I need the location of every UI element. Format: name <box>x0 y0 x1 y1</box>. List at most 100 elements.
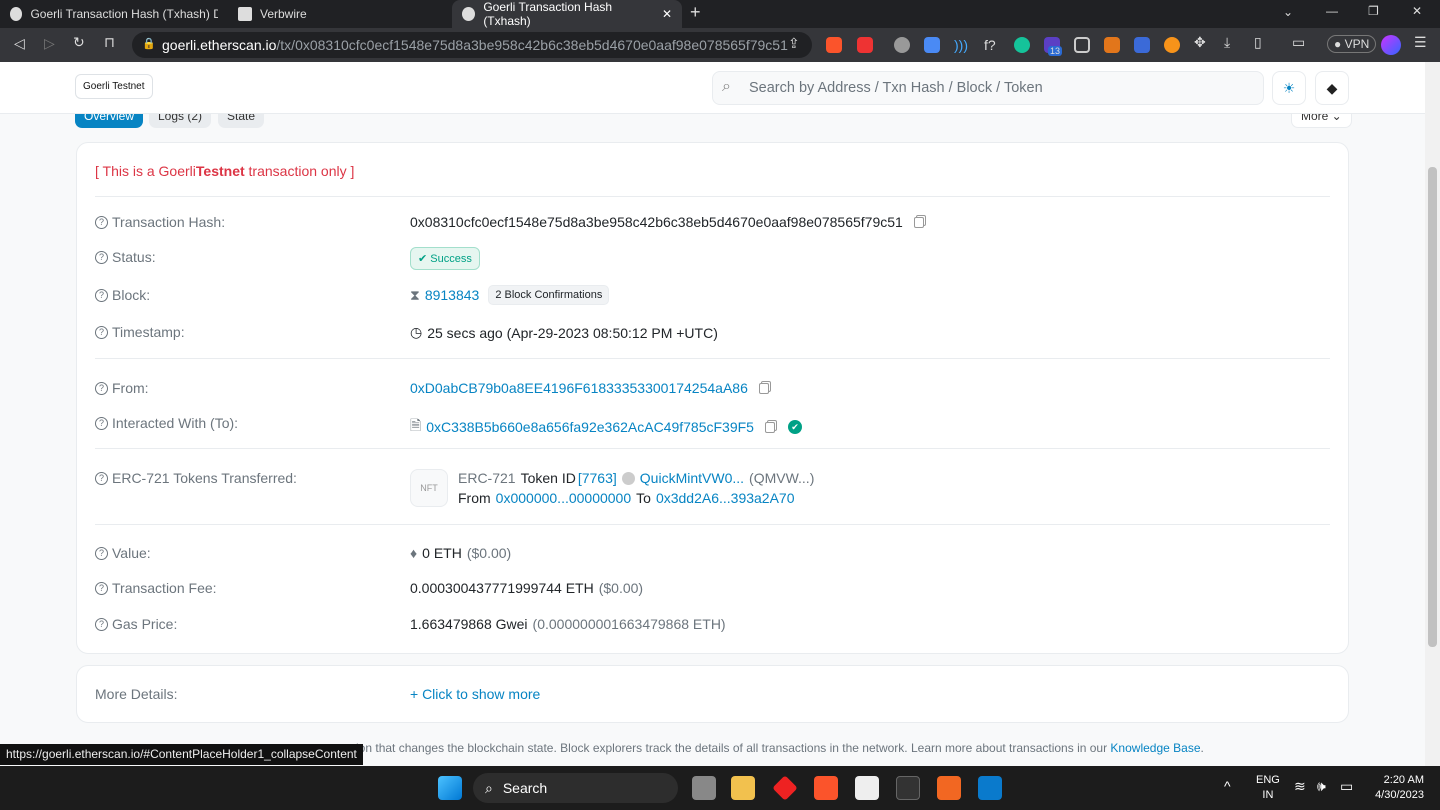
task-view-icon[interactable] <box>692 776 716 800</box>
brave-rewards-icon[interactable] <box>857 37 873 53</box>
scrollbar[interactable] <box>1425 62 1440 766</box>
more-dropdown[interactable]: More ⌄ <box>1291 114 1352 128</box>
close-window-icon[interactable]: ✕ <box>1412 4 1422 18</box>
show-more-link[interactable]: + Click to show more <box>410 686 540 702</box>
erc-from-link[interactable]: 0x000000...00000000 <box>496 490 631 506</box>
volume-icon[interactable]: 🕪 <box>1317 778 1326 795</box>
translate-icon[interactable] <box>924 37 940 53</box>
help-icon[interactable]: ? <box>95 215 108 229</box>
minimize-icon[interactable]: — <box>1326 4 1338 18</box>
tab-state[interactable]: State <box>218 114 265 128</box>
help-icon[interactable]: ? <box>95 288 108 302</box>
tray-chevron-icon[interactable]: ^ <box>1224 778 1231 794</box>
battery-icon[interactable]: ▭ <box>1340 778 1353 795</box>
token-id-label: Token ID <box>520 470 576 486</box>
label-to: ? Interacted With (To): <box>95 415 238 431</box>
extension-icon[interactable] <box>1164 37 1180 53</box>
theme-toggle-button[interactable]: ☀ <box>1272 71 1306 105</box>
menu-icon[interactable]: ☰ <box>1414 34 1427 51</box>
tab-overview[interactable]: Overview <box>75 114 144 128</box>
app-icon[interactable] <box>772 775 798 801</box>
clock[interactable]: 2:20 AM 4/30/2023 <box>1368 773 1424 803</box>
extension-icon[interactable]: ))) <box>954 37 970 53</box>
tab-search-icon[interactable]: ⌄ <box>1283 5 1293 19</box>
tab-goerli-active[interactable]: Goerli Transaction Hash (Txhash) ✕ <box>452 0 682 28</box>
copy-icon[interactable] <box>764 421 775 433</box>
vpn-button[interactable]: ● VPN <box>1327 35 1377 53</box>
reload-icon[interactable]: ↻ <box>73 34 85 51</box>
help-icon[interactable]: ? <box>95 581 108 595</box>
notice-text: transaction only ] <box>244 163 355 179</box>
status-badge: ✔ Success <box>410 247 480 270</box>
brave-icon[interactable] <box>814 776 838 800</box>
puzzle-icon[interactable]: ✥ <box>1194 34 1206 51</box>
vscode-icon[interactable] <box>978 776 1002 800</box>
formula-icon[interactable]: f? <box>984 37 1000 53</box>
bookmark-icon[interactable]: ⊓ <box>104 34 115 51</box>
download-icon[interactable]: ⤓ <box>1224 34 1230 51</box>
cube-icon[interactable] <box>1074 37 1090 53</box>
maximize-icon[interactable]: ❐ <box>1368 4 1379 18</box>
share-icon[interactable]: ⇪ <box>788 35 800 52</box>
label-text: ERC-721 Tokens Transferred: <box>112 470 297 486</box>
profile-avatar[interactable] <box>1381 35 1401 55</box>
timestamp: ◷ 25 secs ago (Apr-29-2023 08:50:12 PM +U… <box>410 324 718 341</box>
from-word: From <box>458 490 491 506</box>
store-icon[interactable] <box>855 776 879 800</box>
label-value: ? Value: <box>95 545 151 561</box>
grammarly-icon[interactable] <box>1014 37 1030 53</box>
tab-logs[interactable]: Logs (2) <box>149 114 212 128</box>
erc-to-link[interactable]: 0x3dd2A6...393a2A70 <box>656 490 795 506</box>
overview-card: [ This is a Goerli Testnet transaction o… <box>76 142 1349 654</box>
label-erc721: ? ERC-721 Tokens Transferred: <box>95 470 297 486</box>
label-text: Status: <box>112 249 156 265</box>
forward-icon[interactable]: ▷ <box>44 35 55 52</box>
file-explorer-icon[interactable] <box>731 776 755 800</box>
language-indicator[interactable]: ENG IN <box>1256 773 1280 803</box>
taskbar-search[interactable]: ⌕ Search <box>473 773 678 803</box>
help-icon[interactable]: ? <box>95 416 108 430</box>
status-text: Success <box>430 253 472 265</box>
network-switch-button[interactable]: ◆ <box>1315 71 1349 105</box>
search-input[interactable]: Search by Address / Txn Hash / Block / T… <box>712 71 1264 105</box>
postman-icon[interactable] <box>937 776 961 800</box>
block-link[interactable]: 8913843 <box>425 287 480 303</box>
wallet-icon[interactable]: ▭ <box>1292 34 1305 51</box>
tab-verbwire[interactable]: Verbwire <box>228 0 448 28</box>
close-tab-icon[interactable]: ✕ <box>662 7 672 21</box>
start-icon[interactable] <box>438 776 462 800</box>
copy-icon[interactable] <box>913 216 924 228</box>
date-text: 4/30/2023 <box>1375 789 1424 801</box>
copy-icon[interactable] <box>758 382 769 394</box>
terminal-icon[interactable] <box>896 776 920 800</box>
back-icon[interactable]: ◁ <box>14 35 25 52</box>
new-tab-icon[interactable]: + <box>690 2 701 23</box>
to-link[interactable]: 0xC338B5b660e8a656fa92e362AcAC49f785cF39… <box>426 419 754 435</box>
label-gas: ? Gas Price: <box>95 616 177 632</box>
value-usd: ($0.00) <box>466 545 512 561</box>
wifi-icon[interactable]: ≋ <box>1294 778 1306 795</box>
scrollbar-thumb[interactable] <box>1428 167 1437 647</box>
to-address: 🗎 0xC338B5b660e8a656fa92e362AcAC49f785cF3… <box>410 415 802 439</box>
help-icon[interactable]: ? <box>95 381 108 395</box>
sidebar-icon[interactable]: ▯ <box>1254 34 1262 51</box>
from-link[interactable]: 0xD0abCB79b0a8EE4196F61833353300174254aA… <box>410 380 748 396</box>
token-name-link[interactable]: QuickMintVW0... <box>640 470 744 486</box>
extension-icon[interactable] <box>894 37 910 53</box>
token-id-link[interactable]: [7763] <box>578 470 617 486</box>
tab-goerli-1[interactable]: Goerli Transaction Hash (Txhash) Detai <box>0 0 228 28</box>
brave-shields-icon[interactable] <box>826 37 842 53</box>
metamask-icon[interactable] <box>1104 37 1120 53</box>
help-icon[interactable]: ? <box>95 250 108 264</box>
knowledge-base-link[interactable]: Knowledge Base <box>1110 741 1200 755</box>
help-icon[interactable]: ? <box>95 471 108 485</box>
check-circle-icon: ✔ <box>418 253 428 265</box>
url-bar[interactable]: goerli.etherscan.io/tx/0x08310cfc0ecf154… <box>132 32 812 58</box>
help-icon[interactable]: ? <box>95 617 108 631</box>
help-icon[interactable]: ? <box>95 325 108 339</box>
etherscan-favicon-icon <box>10 7 23 21</box>
taskbar-search-label: Search <box>502 780 548 796</box>
fee: 0.000300437771999744 ETH ($0.00) <box>410 580 643 596</box>
help-icon[interactable]: ? <box>95 546 108 560</box>
extension-icon[interactable] <box>1134 37 1150 53</box>
